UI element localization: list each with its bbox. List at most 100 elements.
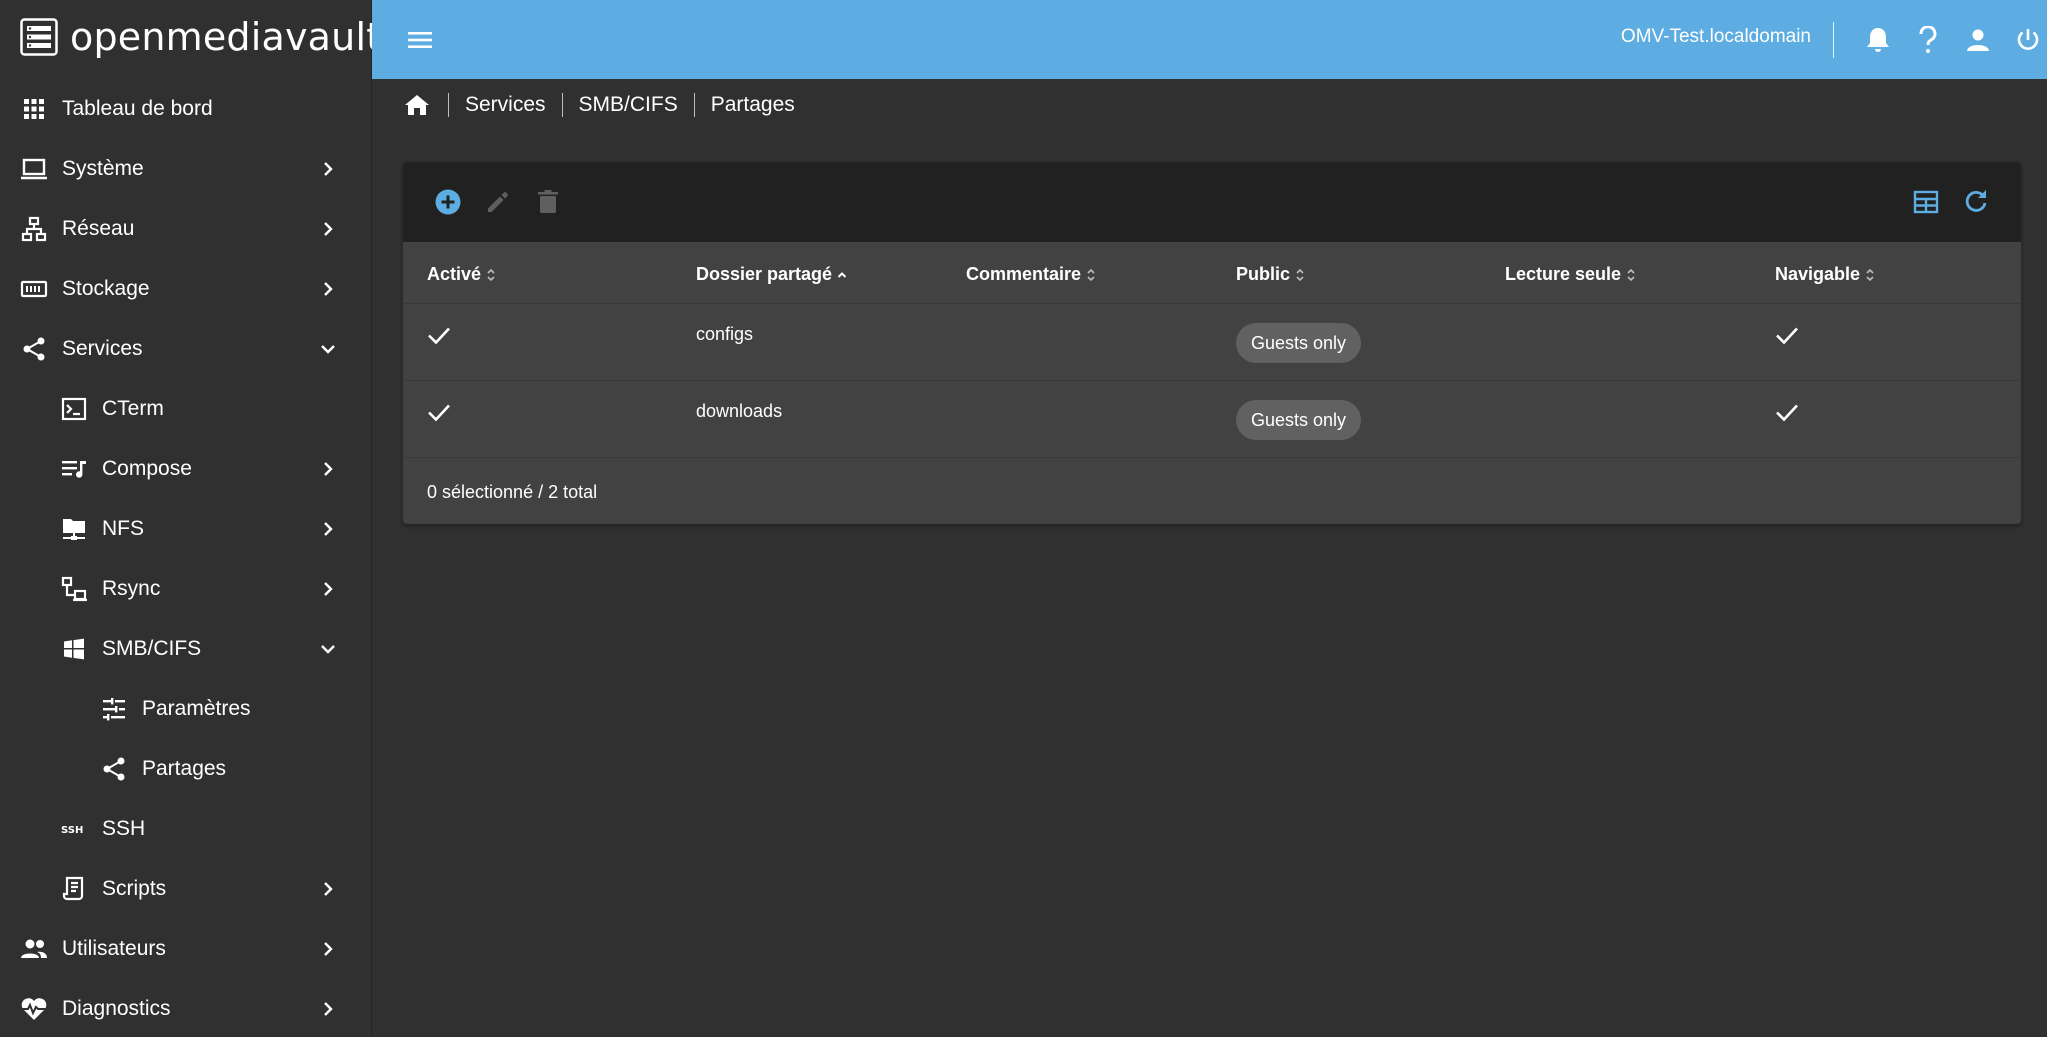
- table-row[interactable]: downloads Guests only: [403, 381, 2021, 458]
- table-header: Activé Dossier partagé Commentaire Publi…: [403, 242, 2021, 304]
- sidebar-item-system[interactable]: Système: [0, 139, 372, 199]
- sidebar-item-users[interactable]: Utilisateurs: [0, 919, 372, 979]
- bell-icon: [1867, 28, 1889, 52]
- script-icon: [60, 875, 88, 903]
- sidebar-item-scripts[interactable]: Scripts: [0, 859, 372, 919]
- add-button[interactable]: [432, 186, 464, 218]
- console-icon: [60, 395, 88, 423]
- plus-circle-icon: [435, 189, 461, 215]
- heart-pulse-icon: [20, 995, 48, 1023]
- sort-icon: [1087, 268, 1095, 281]
- divider: [1833, 22, 1834, 58]
- lan-icon: [60, 575, 88, 603]
- sidebar-item-cterm[interactable]: CTerm: [0, 379, 372, 439]
- column-header-shared-folder[interactable]: Dossier partagé: [696, 264, 848, 285]
- chevron-right-icon: [324, 162, 333, 176]
- chevron-right-icon: [324, 222, 333, 236]
- table-toolbar: [403, 162, 2021, 242]
- cell-shared-folder: downloads: [696, 401, 783, 421]
- edit-button[interactable]: [482, 186, 514, 218]
- pencil-icon: [488, 192, 508, 212]
- delete-button[interactable]: [532, 186, 564, 218]
- brand-name: openmediavault: [70, 15, 382, 59]
- account-icon: [1967, 29, 1989, 51]
- share-icon: [20, 335, 48, 363]
- sort-icon: [487, 268, 495, 281]
- share-icon: [100, 755, 128, 783]
- brand[interactable]: openmediavault: [20, 15, 382, 59]
- sidebar-item-label: Scripts: [102, 877, 167, 900]
- laptop-icon: [20, 155, 48, 183]
- sidebar-item-label: Utilisateurs: [62, 937, 166, 960]
- column-header-comment[interactable]: Commentaire: [966, 264, 1097, 285]
- column-header-public[interactable]: Public: [1236, 264, 1306, 285]
- breadcrumb-shares: Partages: [693, 93, 811, 117]
- refresh-icon: [1965, 190, 1987, 212]
- windows-icon: [60, 635, 88, 663]
- sidebar-item-label: Compose: [102, 457, 192, 480]
- chevron-down-icon: [321, 645, 335, 654]
- refresh-button[interactable]: [1960, 186, 1992, 218]
- dashboard-grid-icon: [20, 95, 48, 123]
- shares-table-card: Activé Dossier partagé Commentaire Publi…: [403, 162, 2021, 524]
- sidebar-item-diagnostics[interactable]: Diagnostics: [0, 979, 372, 1037]
- folder-network-icon: [60, 515, 88, 543]
- sidebar-item-label: SSH: [102, 817, 146, 840]
- chevron-right-icon: [324, 582, 333, 596]
- chevron-down-icon: [321, 345, 335, 354]
- sidebar-item-storage[interactable]: Stockage: [0, 259, 372, 319]
- help-button[interactable]: [1912, 24, 1944, 56]
- check-icon: [428, 404, 450, 422]
- cell-shared-folder: configs: [696, 324, 754, 344]
- home-button[interactable]: [404, 91, 432, 119]
- sidebar-item-ssh[interactable]: SSH SSH: [0, 799, 372, 859]
- menu-icon[interactable]: [404, 24, 436, 56]
- breadcrumb: Services SMB/CIFS Partages: [404, 88, 811, 122]
- user-button[interactable]: [1962, 24, 1994, 56]
- sidebar-item-nfs[interactable]: NFS: [0, 499, 372, 559]
- column-header-read-only[interactable]: Lecture seule: [1505, 264, 1637, 285]
- top-bar: OMV-Test.localdomain: [372, 0, 2047, 79]
- users-icon: [20, 935, 48, 963]
- sidebar-item-label: Partages: [142, 757, 227, 780]
- selection-count: 0 sélectionné / 2 total: [427, 482, 598, 502]
- help-icon: [1919, 26, 1937, 53]
- chevron-right-icon: [324, 522, 333, 536]
- table-row[interactable]: configs Guests only: [403, 304, 2021, 381]
- sidebar-item-smb-shares[interactable]: Partages: [0, 739, 372, 799]
- chevron-right-icon: [324, 462, 333, 476]
- breadcrumb-services[interactable]: Services: [448, 93, 562, 117]
- svg-text:SSH: SSH: [61, 825, 83, 836]
- sidebar-item-label: Système: [62, 157, 144, 180]
- check-icon: [428, 327, 450, 345]
- table-columns-icon: [1913, 190, 1939, 214]
- sidebar-item-label: Paramètres: [142, 697, 251, 720]
- sidebar-item-dashboard[interactable]: Tableau de bord: [0, 79, 372, 139]
- sort-ascending-icon: [837, 271, 847, 278]
- power-button[interactable]: [2012, 24, 2044, 56]
- sidebar-item-label: Services: [62, 337, 143, 360]
- sidebar-item-label: Rsync: [102, 577, 161, 600]
- column-header-enabled[interactable]: Activé: [427, 264, 497, 285]
- sidebar-item-label: CTerm: [102, 397, 164, 420]
- home-icon: [405, 95, 429, 115]
- sidebar-item-smb-settings[interactable]: Paramètres: [0, 679, 372, 739]
- sidebar-item-services[interactable]: Services: [0, 319, 372, 379]
- notifications-button[interactable]: [1862, 24, 1894, 56]
- sidebar-item-label: Tableau de bord: [62, 97, 213, 120]
- sidebar-item-compose[interactable]: Compose: [0, 439, 372, 499]
- sort-icon: [1627, 268, 1635, 281]
- sidebar-item-smb-cifs[interactable]: SMB/CIFS: [0, 619, 372, 679]
- chevron-right-icon: [324, 882, 333, 896]
- network-icon: [20, 215, 48, 243]
- sidebar-item-label: Réseau: [62, 217, 135, 240]
- sidebar-item-label: Stockage: [62, 277, 150, 300]
- column-header-browsable[interactable]: Navigable: [1775, 264, 1876, 285]
- column-settings-button[interactable]: [1910, 186, 1942, 218]
- sidebar-item-network[interactable]: Réseau: [0, 199, 372, 259]
- breadcrumb-smb-cifs[interactable]: SMB/CIFS: [561, 93, 694, 117]
- public-badge: Guests only: [1236, 323, 1362, 363]
- tune-icon: [100, 695, 128, 723]
- sidebar-item-rsync[interactable]: Rsync: [0, 559, 372, 619]
- playlist-music-icon: [60, 455, 88, 483]
